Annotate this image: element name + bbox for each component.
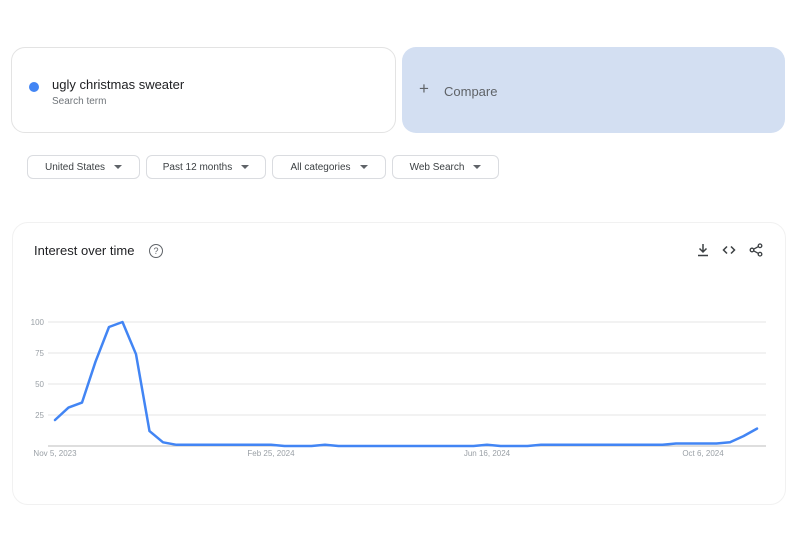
x-tick-label: Jun 16, 2024 — [464, 449, 511, 458]
x-tick-label: Nov 5, 2023 — [33, 449, 77, 458]
x-tick-label: Feb 25, 2024 — [247, 449, 295, 458]
x-tick-label: Oct 6, 2024 — [682, 449, 724, 458]
y-tick-label: 75 — [35, 349, 44, 358]
y-tick-label: 50 — [35, 380, 44, 389]
interest-line-chart: 25 50 75 100 Nov 5, 2023 Feb 25, 2024 Jun 16,… — [31, 318, 766, 458]
y-tick-label: 25 — [35, 411, 44, 420]
y-tick-label: 100 — [31, 318, 45, 327]
